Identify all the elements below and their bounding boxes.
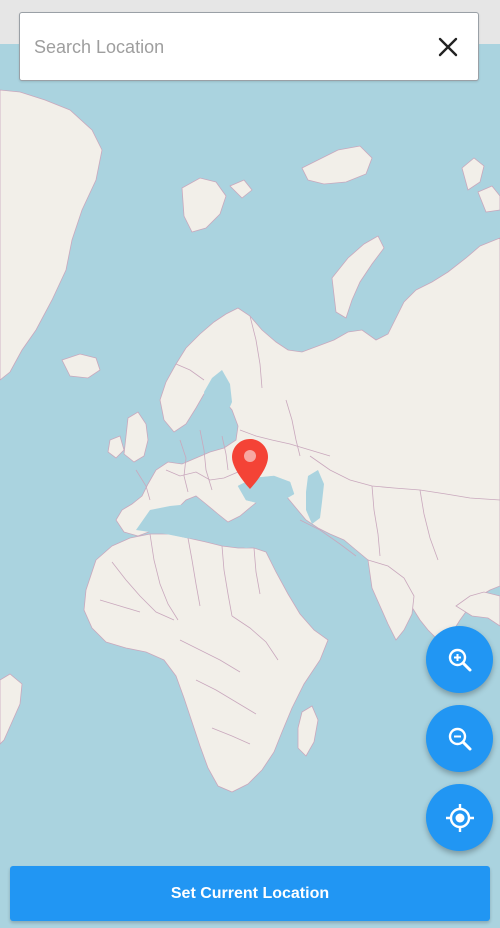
land-britain: [123, 411, 149, 463]
land-iceland: [61, 353, 101, 379]
clear-search-button[interactable]: [432, 31, 464, 63]
zoom-in-icon: [448, 648, 471, 671]
land-greenland: [0, 89, 103, 381]
land-novaya-zemlya: [331, 235, 385, 319]
search-input[interactable]: [32, 13, 426, 82]
land-ireland: [107, 435, 125, 459]
zoom-out-icon: [448, 727, 471, 750]
zoom-out-button[interactable]: [426, 705, 493, 772]
location-pin-icon[interactable]: [231, 438, 269, 490]
my-location-button[interactable]: [426, 784, 493, 851]
water-persian-gulf: [318, 566, 342, 588]
land-franz-josef: [301, 145, 373, 185]
land-svalbard: [181, 177, 227, 233]
zoom-in-button[interactable]: [426, 626, 493, 693]
land-madagascar: [297, 705, 319, 757]
set-current-location-button[interactable]: Set Current Location: [10, 866, 490, 921]
close-icon: [438, 37, 458, 57]
search-box: [19, 12, 479, 82]
my-location-icon: [445, 803, 474, 832]
land-south-america: [0, 673, 23, 745]
